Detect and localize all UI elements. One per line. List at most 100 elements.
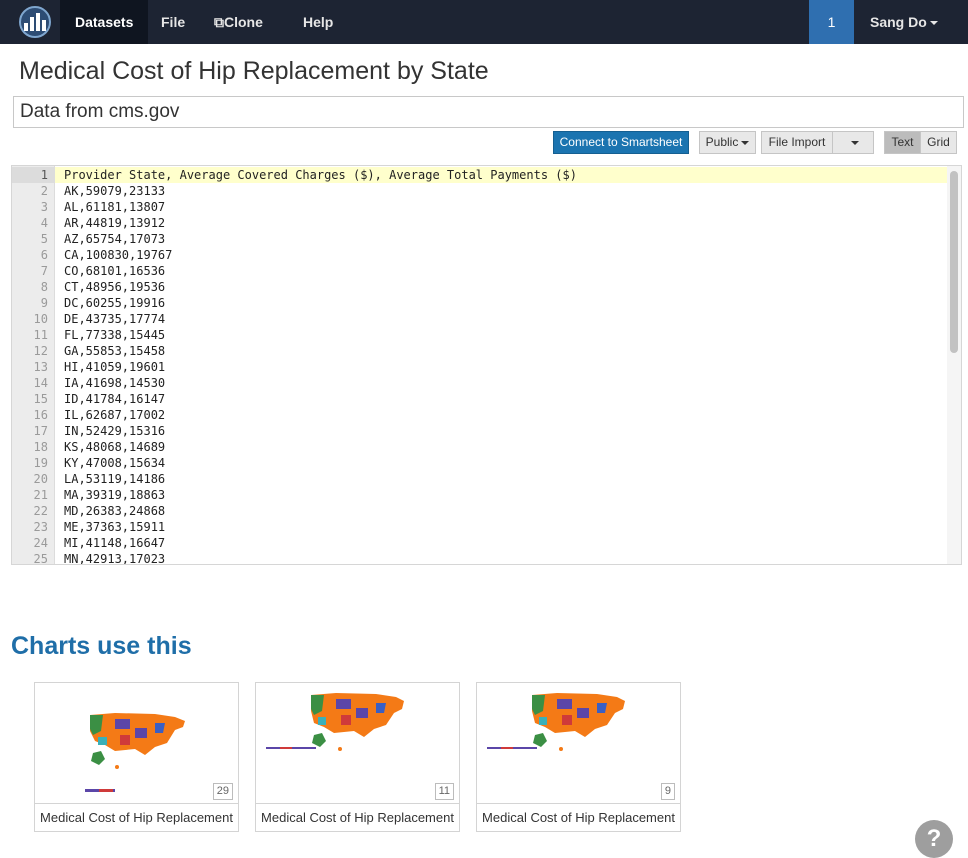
- editor-line[interactable]: 10 DE,43735,17774: [12, 311, 961, 327]
- line-number: 17: [33, 424, 48, 438]
- chart-card[interactable]: 11 Medical Cost of Hip Replacement: [255, 682, 460, 832]
- help-icon[interactable]: ?: [915, 820, 953, 858]
- chart-usage-count: 11: [434, 783, 454, 800]
- line-text: GA,55853,15458: [64, 344, 166, 358]
- editor-line[interactable]: 16 IL,62687,17002: [12, 407, 961, 423]
- chart-card-title[interactable]: Medical Cost of Hip Replacement: [35, 803, 238, 832]
- line-number: 5: [40, 232, 48, 246]
- editor-line[interactable]: 8 CT,48956,19536: [12, 279, 961, 295]
- line-number: 10: [33, 312, 48, 326]
- line-number: 18: [33, 440, 48, 454]
- user-name: Sang Do: [870, 14, 927, 30]
- line-text: CT,48956,19536: [64, 280, 166, 294]
- line-number: 2: [40, 184, 48, 198]
- line-number: 14: [33, 376, 48, 390]
- line-text: MN,42913,17023: [64, 552, 166, 565]
- line-number: 13: [33, 360, 48, 374]
- line-text: HI,41059,19601: [64, 360, 166, 374]
- bar-chart-logo-icon: [19, 6, 51, 38]
- nav-clone[interactable]: ⧉Clone: [199, 0, 278, 44]
- line-text: AL,61181,13807: [64, 200, 166, 214]
- editor-line[interactable]: 17 IN,52429,15316: [12, 423, 961, 439]
- visibility-dropdown[interactable]: Public: [699, 131, 756, 154]
- file-import-dropdown[interactable]: [832, 131, 874, 154]
- editor-line[interactable]: 11 FL,77338,15445: [12, 327, 961, 343]
- editor-line[interactable]: 19 KY,47008,15634: [12, 455, 961, 471]
- line-number: 20: [33, 472, 48, 486]
- text-view-toggle[interactable]: Text: [884, 131, 921, 154]
- visibility-label: Public: [705, 135, 739, 149]
- chart-card-title[interactable]: Medical Cost of Hip Replacement: [477, 803, 680, 832]
- line-number: 22: [33, 504, 48, 518]
- notification-badge[interactable]: 1: [809, 0, 854, 44]
- charts-section-title: Charts use this: [11, 632, 192, 660]
- editor-line[interactable]: 6 CA,100830,19767: [12, 247, 961, 263]
- line-number: 4: [40, 216, 48, 230]
- line-number: 12: [33, 344, 48, 358]
- editor-line[interactable]: 7 CO,68101,16536: [12, 263, 961, 279]
- editor-line[interactable]: 24 MI,41148,16647: [12, 535, 961, 551]
- editor-line[interactable]: 23 ME,37363,15911: [12, 519, 961, 535]
- editor-line[interactable]: 18 KS,48068,14689: [12, 439, 961, 455]
- editor-line[interactable]: 22 MD,26383,24868: [12, 503, 961, 519]
- line-text: FL,77338,15445: [64, 328, 166, 342]
- editor-line[interactable]: 5 AZ,65754,17073: [12, 231, 961, 247]
- nav-help[interactable]: Help: [288, 0, 348, 44]
- chart-card[interactable]: 29 Medical Cost of Hip Replacement: [34, 682, 239, 832]
- connect-smartsheet-button[interactable]: Connect to Smartsheet: [553, 131, 689, 154]
- line-number: 7: [40, 264, 48, 278]
- line-text: DC,60255,19916: [64, 296, 166, 310]
- top-navbar: Datasets File ⧉Clone Help 1 Sang Do: [0, 0, 968, 44]
- line-text: CA,100830,19767: [64, 248, 173, 262]
- editor-line[interactable]: 15 ID,41784,16147: [12, 391, 961, 407]
- chart-card-title[interactable]: Medical Cost of Hip Replacement: [256, 803, 459, 832]
- grid-view-toggle[interactable]: Grid: [920, 131, 957, 154]
- app-logo[interactable]: [10, 0, 60, 44]
- line-number: 25: [33, 552, 48, 565]
- line-text: IL,62687,17002: [64, 408, 166, 422]
- editor-line[interactable]: 25 MN,42913,17023: [12, 551, 961, 565]
- line-number: 3: [40, 200, 48, 214]
- caret-down-icon: [929, 21, 938, 26]
- line-number: 21: [33, 488, 48, 502]
- line-text: MD,26383,24868: [64, 504, 166, 518]
- clone-icon: ⧉: [214, 14, 224, 30]
- editor-scrollbar-thumb[interactable]: [950, 171, 958, 353]
- line-text: KS,48068,14689: [64, 440, 166, 454]
- description-input[interactable]: Data from cms.gov: [13, 96, 964, 128]
- line-text: Provider State, Average Covered Charges …: [64, 168, 577, 182]
- editor-line[interactable]: 9 DC,60255,19916: [12, 295, 961, 311]
- editor-line[interactable]: 21 MA,39319,18863: [12, 487, 961, 503]
- line-number: 19: [33, 456, 48, 470]
- line-text: MA,39319,18863: [64, 488, 166, 502]
- editor-line[interactable]: 12 GA,55853,15458: [12, 343, 961, 359]
- editor-line[interactable]: 14 IA,41698,14530: [12, 375, 961, 391]
- chart-usage-count: 29: [212, 783, 233, 800]
- caret-down-icon: [741, 140, 750, 145]
- line-text: AZ,65754,17073: [64, 232, 166, 246]
- editor-line[interactable]: 1 Provider State, Average Covered Charges…: [12, 167, 961, 183]
- line-number: 9: [40, 296, 48, 310]
- editor-line[interactable]: 4 AR,44819,13912: [12, 215, 961, 231]
- line-number: 15: [33, 392, 48, 406]
- line-text: IN,52429,15316: [64, 424, 166, 438]
- file-import-button[interactable]: File Import: [761, 131, 833, 154]
- line-text: MI,41148,16647: [64, 536, 166, 550]
- line-number: 8: [40, 280, 48, 294]
- editor-line[interactable]: 13 HI,41059,19601: [12, 359, 961, 375]
- nav-file[interactable]: File: [146, 0, 200, 44]
- data-text-editor[interactable]: 1 Provider State, Average Covered Charges…: [11, 165, 962, 565]
- editor-line[interactable]: 2 AK,59079,23133: [12, 183, 961, 199]
- editor-line[interactable]: 20 LA,53119,14186: [12, 471, 961, 487]
- line-text: ID,41784,16147: [64, 392, 166, 406]
- nav-datasets[interactable]: Datasets: [60, 0, 149, 44]
- user-menu[interactable]: Sang Do: [854, 0, 968, 44]
- line-number: 11: [33, 328, 48, 342]
- line-number: 23: [33, 520, 48, 534]
- caret-down-icon: [850, 140, 859, 145]
- line-text: IA,41698,14530: [64, 376, 166, 390]
- chart-card[interactable]: 9 Medical Cost of Hip Replacement: [476, 682, 681, 832]
- editor-line[interactable]: 3 AL,61181,13807: [12, 199, 961, 215]
- line-number: 24: [33, 536, 48, 550]
- line-text: KY,47008,15634: [64, 456, 166, 470]
